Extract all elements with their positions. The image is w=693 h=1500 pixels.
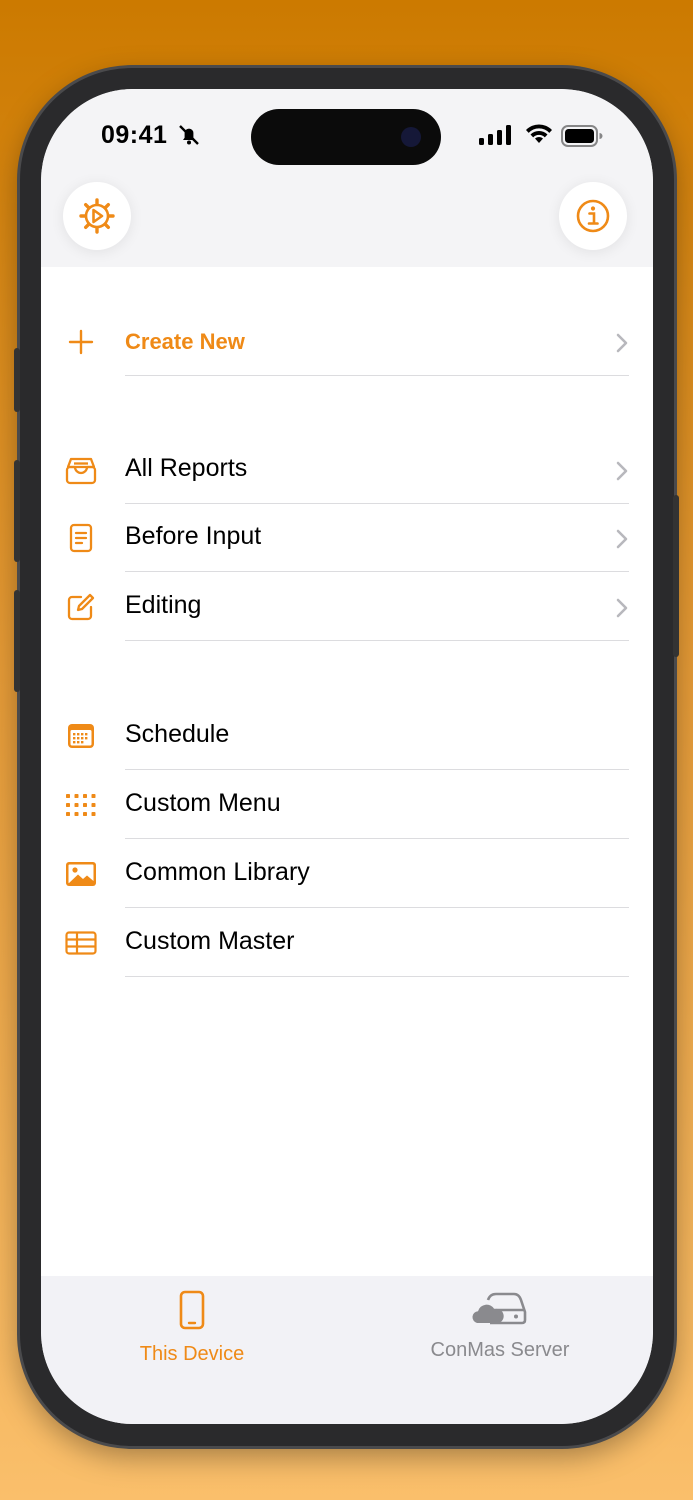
battery-icon [561,125,603,147]
before-input-label: Before Input [125,522,262,550]
chevron-right-icon [616,461,628,481]
table-icon [65,929,97,957]
row-divider [125,906,629,908]
chevron-right-icon [616,529,628,549]
dynamic-island [251,109,441,165]
calendar-icon [65,722,97,750]
pencil-square-icon [65,593,97,621]
power-button [673,495,679,657]
all-reports-row[interactable]: All Reports [41,436,653,504]
custom-menu-label: Custom Menu [125,789,281,817]
cloud-drive-icon [472,1292,527,1325]
custom-master-label: Custom Master [125,927,295,955]
app-screen: 09:41 Create New All Reports Before Inpu… [41,89,653,1424]
wifi-icon [526,124,552,143]
status-time: 09:41 [101,121,168,149]
gear-play-icon [79,198,115,234]
custom-menu-row[interactable]: Custom Menu [41,771,653,839]
schedule-label: Schedule [125,720,230,748]
chevron-right-icon [616,598,628,618]
info-circle-icon [576,199,610,233]
common-library-row[interactable]: Common Library [41,840,653,908]
plus-icon [65,328,97,356]
row-divider [125,570,629,572]
status-bar: 09:41 [41,89,653,179]
photo-icon [65,860,97,888]
row-divider [125,768,629,770]
phone-icon [179,1290,205,1330]
common-library-label: Common Library [125,858,310,886]
info-button[interactable] [559,182,627,250]
schedule-row[interactable]: Schedule [41,702,653,770]
row-divider [125,374,629,376]
volume-down-button [14,590,20,692]
tab-bar: This Device ConMas Server [41,1276,653,1424]
document-icon [65,523,97,553]
custom-master-row[interactable]: Custom Master [41,909,653,977]
tab-this-device[interactable]: This Device [92,1290,292,1366]
bell-slash-icon [179,125,199,145]
grid-icon [65,791,97,819]
before-input-row[interactable]: Before Input [41,504,653,572]
editing-row[interactable]: Editing [41,573,653,641]
all-reports-label: All Reports [125,454,248,482]
row-divider [125,639,629,641]
create-new-label: Create New [125,329,245,354]
settings-button[interactable] [63,182,131,250]
row-divider [125,837,629,839]
tab-this-device-label: This Device [139,1343,245,1365]
row-divider [125,975,629,977]
tab-conmas-server-label: ConMas Server [430,1339,570,1361]
tab-conmas-server[interactable]: ConMas Server [400,1290,600,1362]
create-new-row[interactable]: Create New [41,308,653,376]
mute-switch [14,348,20,412]
cellular-signal-icon [479,125,511,145]
volume-up-button [14,460,20,562]
tray-icon [65,456,97,485]
chevron-right-icon [616,333,628,353]
editing-label: Editing [125,591,202,619]
